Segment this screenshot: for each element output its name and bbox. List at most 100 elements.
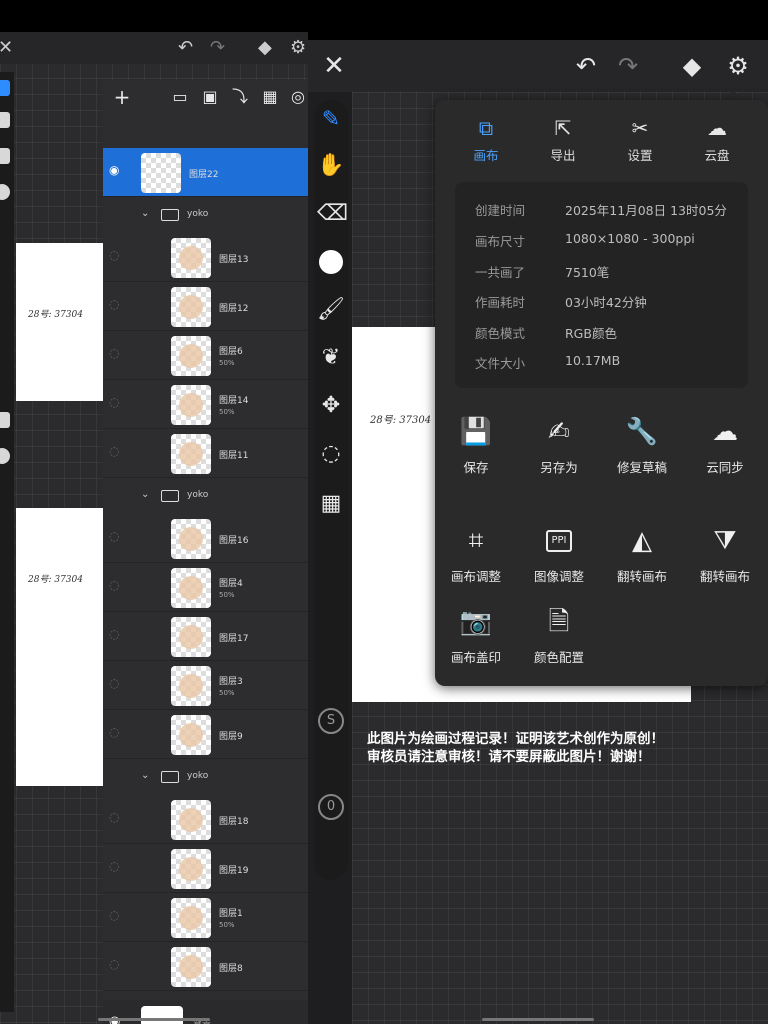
layer-row[interactable]: ◌ 图层6 50%: [103, 331, 308, 380]
layer-row[interactable]: ◌ 图层14 50%: [103, 380, 308, 429]
brush-tool-icon[interactable]: 🖌: [317, 296, 345, 324]
cloud-drive-icon: ☁: [707, 116, 727, 140]
eye-hidden-icon[interactable]: ◌: [109, 445, 125, 457]
eye-hidden-icon[interactable]: ◌: [109, 677, 125, 689]
grid-tool-icon[interactable]: ▦: [317, 490, 345, 518]
color-picker-icon[interactable]: [317, 248, 345, 276]
info-key: 文件大小: [475, 356, 526, 371]
flip-vertical-icon: ⧩: [713, 526, 737, 556]
layer-thumbnail: [171, 568, 211, 608]
layers-icon[interactable]: ◆: [258, 37, 272, 58]
info-key: 画布尺寸: [475, 234, 526, 249]
chevron-down-icon[interactable]: ⌄: [141, 770, 149, 781]
wrench-icon: 🔧: [625, 417, 659, 447]
tab-canvas[interactable]: ⧉ 画布: [451, 115, 521, 164]
save-as-button[interactable]: ✍ 另存为: [518, 415, 600, 476]
layer-row[interactable]: ◌ 图层11: [103, 429, 308, 478]
layer-opacity: 50%: [219, 591, 235, 599]
canvas-icon: ⧉: [478, 116, 494, 140]
layers-icon[interactable]: ◆: [678, 52, 706, 80]
opacity-zero-icon[interactable]: 0: [318, 794, 344, 820]
image-adjust-button[interactable]: PPI 图像调整: [518, 524, 600, 585]
layer-group-row[interactable]: ⌄ yoko: [103, 197, 308, 233]
eye-hidden-icon[interactable]: ◌: [109, 396, 125, 408]
layer-row[interactable]: ◌ 图层19: [103, 844, 308, 893]
canvas-info-card: 创建时间 2025年11月08日 13时05分 画布尺寸 1080×1080 -…: [455, 182, 748, 388]
layer-thumbnail: [171, 336, 211, 376]
move-tool-icon[interactable]: ✥: [317, 392, 345, 420]
undo-icon[interactable]: ↶: [572, 52, 600, 80]
eye-hidden-icon[interactable]: ◌: [109, 530, 125, 542]
smooth-s-icon[interactable]: S: [318, 708, 344, 734]
flip-canvas-horizontal-button[interactable]: ◭ 翻转画布: [601, 524, 683, 585]
layer-row[interactable]: ◌ 图层8: [103, 942, 308, 991]
canvas-stamp-button[interactable]: 📷 画布盖印: [435, 605, 517, 666]
lock-icon[interactable]: ▣: [201, 88, 219, 106]
folder-icon[interactable]: ▭: [171, 88, 189, 106]
layer-row[interactable]: ◌ 图层1 50%: [103, 893, 308, 942]
layer-row[interactable]: ◌ 图层18: [103, 795, 308, 844]
layer-row[interactable]: ◌ 图层17: [103, 612, 308, 661]
eraser-tool-icon[interactable]: [0, 148, 10, 164]
eye-hidden-icon[interactable]: ◌: [109, 347, 125, 359]
redo-icon[interactable]: ↷: [210, 37, 225, 58]
eye-hidden-icon[interactable]: ◌: [109, 909, 125, 921]
color-swatch-icon[interactable]: [0, 184, 10, 200]
redo-icon[interactable]: ↷: [614, 52, 642, 80]
smudge-tool-icon[interactable]: ✋: [317, 152, 345, 180]
eye-hidden-icon[interactable]: ◌: [109, 249, 125, 261]
repair-draft-button[interactable]: 🔧 修复草稿: [601, 415, 683, 476]
eye-hidden-icon[interactable]: ◌: [109, 628, 125, 640]
smudge-tool-icon[interactable]: [0, 112, 10, 128]
layer-opacity: 50%: [219, 689, 235, 697]
info-key: 一共画了: [475, 265, 526, 280]
eye-hidden-icon[interactable]: ◌: [109, 579, 125, 591]
eraser-tool-icon[interactable]: ⌫: [317, 200, 348, 228]
pen-tool-icon[interactable]: [0, 80, 10, 96]
eye-icon[interactable]: ◉: [109, 164, 125, 176]
alpha-lock-icon[interactable]: ▦: [261, 88, 279, 106]
layer-group-row[interactable]: ⌄ yoko: [103, 759, 308, 795]
close-icon[interactable]: ✕: [320, 52, 348, 80]
layer-group-row[interactable]: ⌄ yoko: [103, 478, 308, 514]
eye-hidden-icon[interactable]: ◌: [109, 860, 125, 872]
save-button[interactable]: 💾 保存: [435, 415, 517, 476]
cloud-sync-button[interactable]: ☁ 云同步: [684, 415, 766, 476]
save-icon: 💾: [459, 417, 493, 447]
layer-row[interactable]: ◌ 图层4 50%: [103, 563, 308, 612]
merge-down-icon[interactable]: ⤵: [231, 88, 249, 106]
canvas-adjust-button[interactable]: ⌗ 画布调整: [435, 524, 517, 585]
layer-name: 图层14: [219, 396, 249, 406]
layer-row[interactable]: ◌ 图层3 50%: [103, 661, 308, 710]
tab-settings[interactable]: ✂ 设置: [605, 115, 675, 164]
eye-hidden-icon[interactable]: ◌: [109, 958, 125, 970]
layer-row[interactable]: ◌ 图层9: [103, 710, 308, 759]
gear-icon[interactable]: ⚙: [290, 37, 306, 58]
flip-canvas-vertical-button[interactable]: ⧩ 翻转画布: [684, 524, 766, 585]
layer-row[interactable]: ◉ 图层22: [103, 148, 308, 197]
color-swatch-icon-2[interactable]: [0, 448, 10, 464]
gear-icon[interactable]: ⚙: [724, 52, 752, 80]
layer-row[interactable]: ◌ 图层13: [103, 233, 308, 282]
pen-tool-icon[interactable]: ✎: [317, 106, 345, 134]
layer-row[interactable]: ◌ 图层12: [103, 282, 308, 331]
eraser-tool-icon-2[interactable]: [0, 412, 10, 428]
chevron-down-icon[interactable]: ⌄: [141, 208, 149, 219]
leaf-tool-icon[interactable]: ❦: [317, 344, 345, 372]
eye-hidden-icon[interactable]: ◌: [109, 298, 125, 310]
layer-opacity: 50%: [219, 408, 235, 416]
lasso-tool-icon[interactable]: ◌: [317, 440, 345, 468]
color-profile-button[interactable]: 🗎 颜色配置: [518, 605, 600, 666]
eye-hidden-icon[interactable]: ◌: [109, 811, 125, 823]
undo-icon[interactable]: ↶: [178, 37, 193, 58]
chevron-down-icon[interactable]: ⌄: [141, 489, 149, 500]
layer-name: 图层18: [219, 817, 249, 827]
eye-hidden-icon[interactable]: ◌: [109, 726, 125, 738]
layer-row[interactable]: ◌ 图层16: [103, 514, 308, 563]
blend-icon[interactable]: ◎: [289, 88, 307, 106]
add-layer-icon[interactable]: +: [113, 87, 131, 107]
tab-cloud-drive[interactable]: ☁ 云盘: [682, 115, 752, 164]
repair-draft-label: 修复草稿: [616, 460, 667, 475]
close-icon[interactable]: ✕: [0, 37, 13, 58]
tab-export[interactable]: ⇱ 导出: [528, 115, 598, 164]
